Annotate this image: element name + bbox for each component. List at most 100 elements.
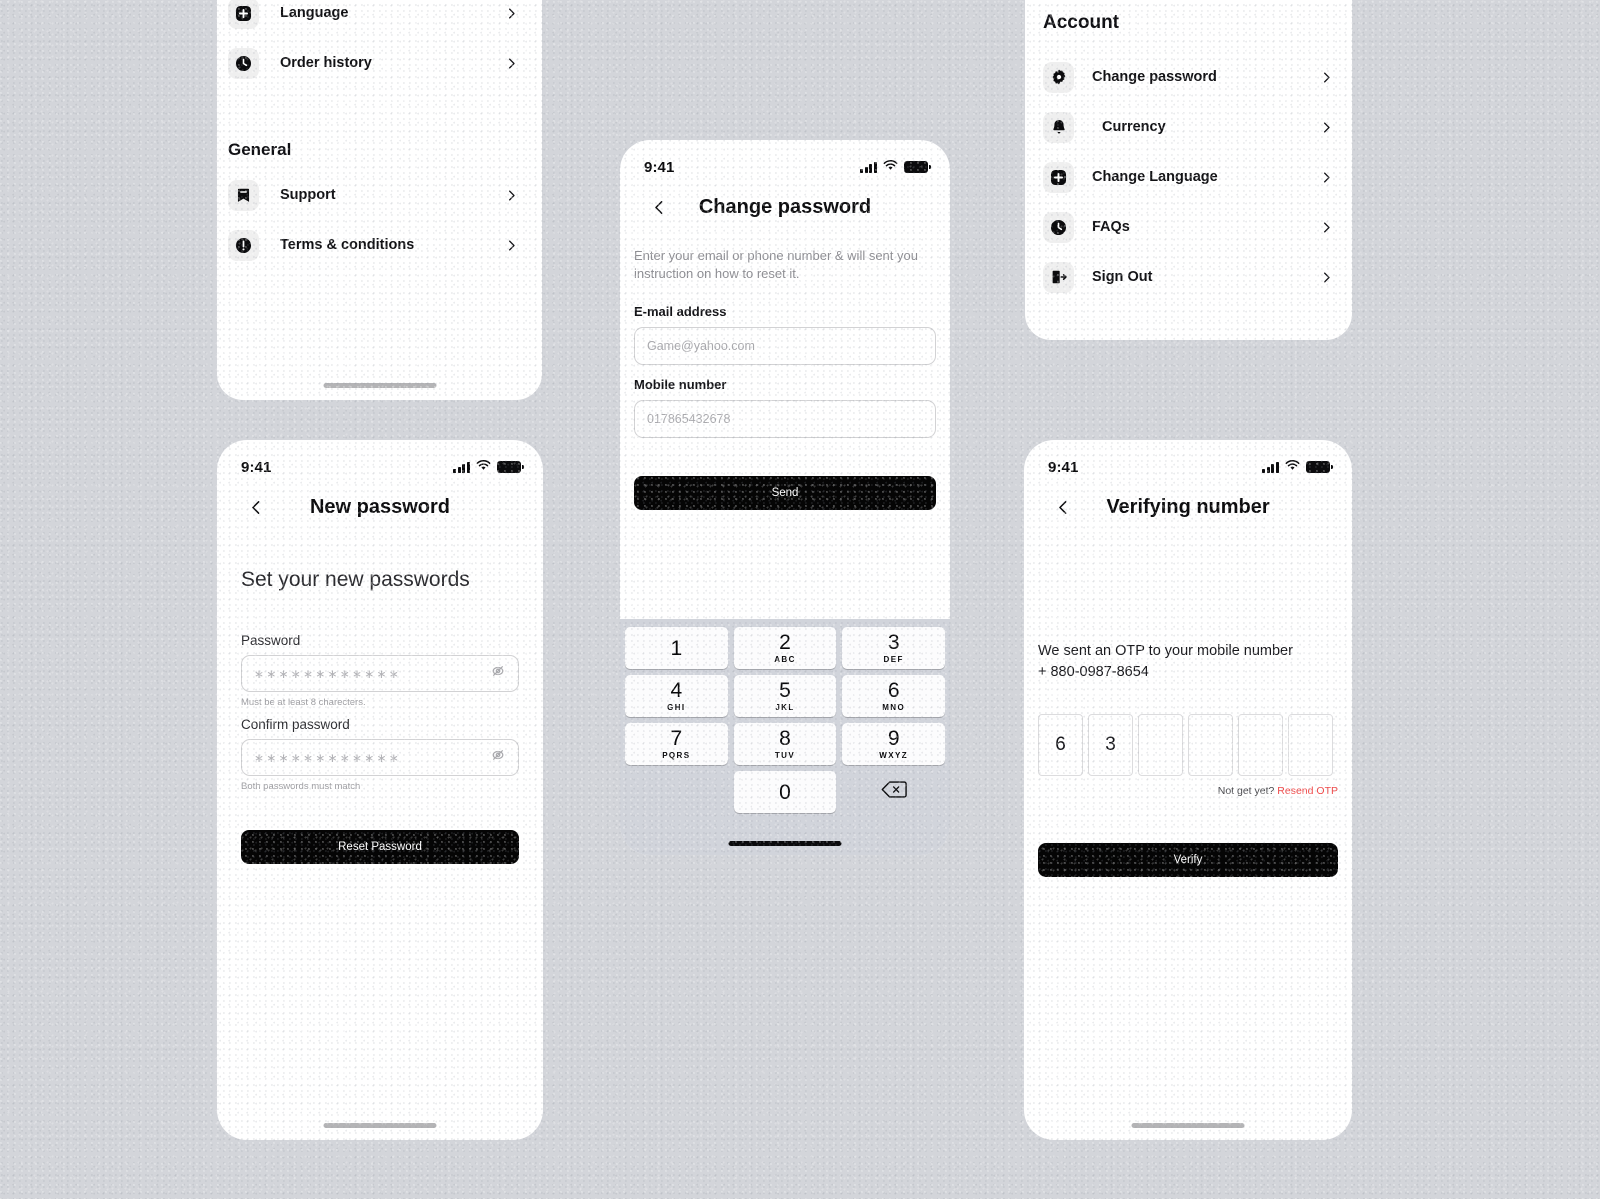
key-2[interactable]: 2 ABC: [733, 627, 837, 669]
key-letters: JKL: [775, 703, 795, 712]
mobile-placeholder: 017865432678: [647, 411, 731, 426]
account-item-label: Sign Out: [1092, 269, 1153, 285]
mobile-number-field[interactable]: 017865432678: [634, 399, 936, 438]
eye-off-icon[interactable]: [490, 663, 506, 684]
key-5[interactable]: 5 JKL: [733, 675, 837, 717]
otp-digit-2[interactable]: 3: [1088, 714, 1133, 777]
password-field[interactable]: ∗∗∗∗∗∗∗∗∗∗∗∗: [241, 655, 519, 692]
cellular-signal-icon: [453, 461, 470, 473]
email-placeholder: Game@yahoo.com: [647, 338, 755, 353]
account-item-sign-out[interactable]: Sign Out: [1043, 252, 1334, 302]
numeric-keyboard: 1 2 ABC 3 DEF 4 GHI 5 JKL 6 MNO 7 PQRS 8…: [620, 619, 950, 855]
battery-icon: [497, 461, 524, 473]
account-item-change-language[interactable]: Change Language: [1043, 152, 1334, 202]
nav-bar: Verifying number: [1024, 484, 1352, 530]
sidebar-item-label: Terms & conditions: [280, 237, 415, 253]
key-3[interactable]: 3 DEF: [842, 627, 945, 669]
sidebar-item-order-history[interactable]: Order history: [228, 38, 531, 88]
mobile-label: Mobile number: [634, 376, 727, 392]
confirm-password-field[interactable]: ∗∗∗∗∗∗∗∗∗∗∗∗: [241, 739, 519, 776]
otp-digit-6[interactable]: [1288, 714, 1333, 777]
key-7[interactable]: 7 PQRS: [625, 723, 728, 765]
key-8[interactable]: 8 TUV: [733, 723, 837, 765]
otp-digit-4[interactable]: [1188, 714, 1233, 777]
key-number: 0: [779, 780, 791, 804]
otp-message-line2: + 880-0987-8654: [1038, 664, 1149, 681]
sidebar-item-language[interactable]: Language: [228, 0, 531, 38]
settings-panel: Language Order history General Support T…: [217, 0, 542, 400]
key-number: 2: [779, 631, 791, 654]
cellular-signal-icon: [860, 161, 877, 173]
key-letters: ABC: [774, 655, 796, 664]
back-button[interactable]: [648, 196, 670, 218]
chevron-right-icon: [504, 238, 519, 253]
wifi-icon: [1285, 458, 1300, 476]
key-letters: WXYZ: [879, 751, 909, 760]
chevron-right-icon: [1319, 120, 1334, 135]
sidebar-item-support[interactable]: Support: [228, 170, 531, 220]
sign-out-icon: [1043, 261, 1074, 293]
password-label: Password: [241, 633, 301, 648]
back-button[interactable]: [1052, 496, 1074, 518]
account-item-label: FAQs: [1092, 219, 1130, 235]
new-password-screen: 9:41 New password Set your new passwords…: [217, 440, 543, 1140]
resend-otp-line: Not get yet? Resend OTP: [1038, 785, 1338, 797]
nav-bar: Change password: [620, 184, 950, 230]
status-bar: 9:41: [1024, 450, 1352, 484]
status-bar: 9:41: [620, 150, 950, 184]
chevron-right-icon: [504, 6, 519, 21]
key-number: 4: [670, 679, 683, 702]
reset-password-button[interactable]: Reset Password: [241, 830, 519, 864]
key-letters: DEF: [883, 655, 904, 664]
otp-message-line1: We sent an OTP to your mobile number: [1038, 643, 1293, 659]
email-field[interactable]: Game@yahoo.com: [634, 326, 936, 365]
plus-square-icon: [228, 0, 259, 29]
chevron-right-icon: [1319, 220, 1334, 235]
back-button[interactable]: [245, 496, 267, 518]
account-panel: Account Change password Currency Change …: [1025, 0, 1352, 340]
password-hint: Must be at least 8 charecters.: [241, 697, 366, 708]
home-indicator: [323, 383, 436, 388]
status-time: 9:41: [644, 158, 675, 176]
key-number: 7: [670, 727, 683, 750]
otp-digit-1[interactable]: 6: [1038, 714, 1083, 777]
account-item-currency[interactable]: Currency: [1043, 102, 1334, 152]
verifying-number-screen: 9:41 Verifying number We sent an OTP to …: [1024, 440, 1352, 1140]
key-number: 6: [887, 679, 900, 702]
key-number: 5: [779, 679, 791, 702]
keyboard-grid: 1 2 ABC 3 DEF 4 GHI 5 JKL 6 MNO 7 PQRS 8…: [625, 627, 945, 813]
sidebar-item-terms-conditions[interactable]: Terms & conditions: [228, 220, 531, 270]
description-text: Enter your email or phone number & will …: [634, 248, 918, 282]
chevron-right-icon: [1319, 270, 1334, 285]
key-6[interactable]: 6 MNO: [842, 675, 945, 717]
gear-icon: [1043, 61, 1074, 93]
otp-digit-5[interactable]: [1238, 714, 1283, 777]
key-4[interactable]: 4 GHI: [625, 675, 728, 717]
page-title: Account: [1043, 12, 1119, 33]
backspace-key[interactable]: [842, 771, 945, 813]
key-1[interactable]: 1: [625, 627, 728, 669]
battery-icon: [1306, 461, 1333, 473]
backspace-icon: [881, 780, 907, 804]
send-button[interactable]: Send: [634, 475, 936, 510]
confirm-password-label: Confirm password: [241, 717, 350, 732]
alert-circle-icon: [228, 229, 259, 261]
otp-digit-3[interactable]: [1138, 714, 1183, 777]
verify-button[interactable]: Verify: [1038, 843, 1338, 878]
eye-off-icon[interactable]: [490, 747, 506, 768]
key-9[interactable]: 9 WXYZ: [842, 723, 945, 765]
account-item-change-password[interactable]: Change password: [1043, 52, 1334, 102]
key-letters: GHI: [667, 703, 686, 712]
account-item-faqs[interactable]: FAQs: [1043, 202, 1334, 252]
key-letters: MNO: [882, 703, 906, 712]
section-heading-general: General: [228, 140, 292, 159]
resend-otp-link[interactable]: Resend OTP: [1277, 785, 1338, 797]
confirm-password-hint: Both passwords must match: [241, 781, 361, 792]
key-number: 9: [887, 727, 900, 750]
nav-bar: New password: [217, 484, 543, 530]
account-item-label: Currency: [1102, 119, 1166, 135]
home-indicator: [1131, 1123, 1245, 1128]
key-0[interactable]: 0: [733, 771, 837, 813]
key-letters: PQRS: [662, 751, 691, 760]
sidebar-item-label: Support: [280, 187, 336, 203]
